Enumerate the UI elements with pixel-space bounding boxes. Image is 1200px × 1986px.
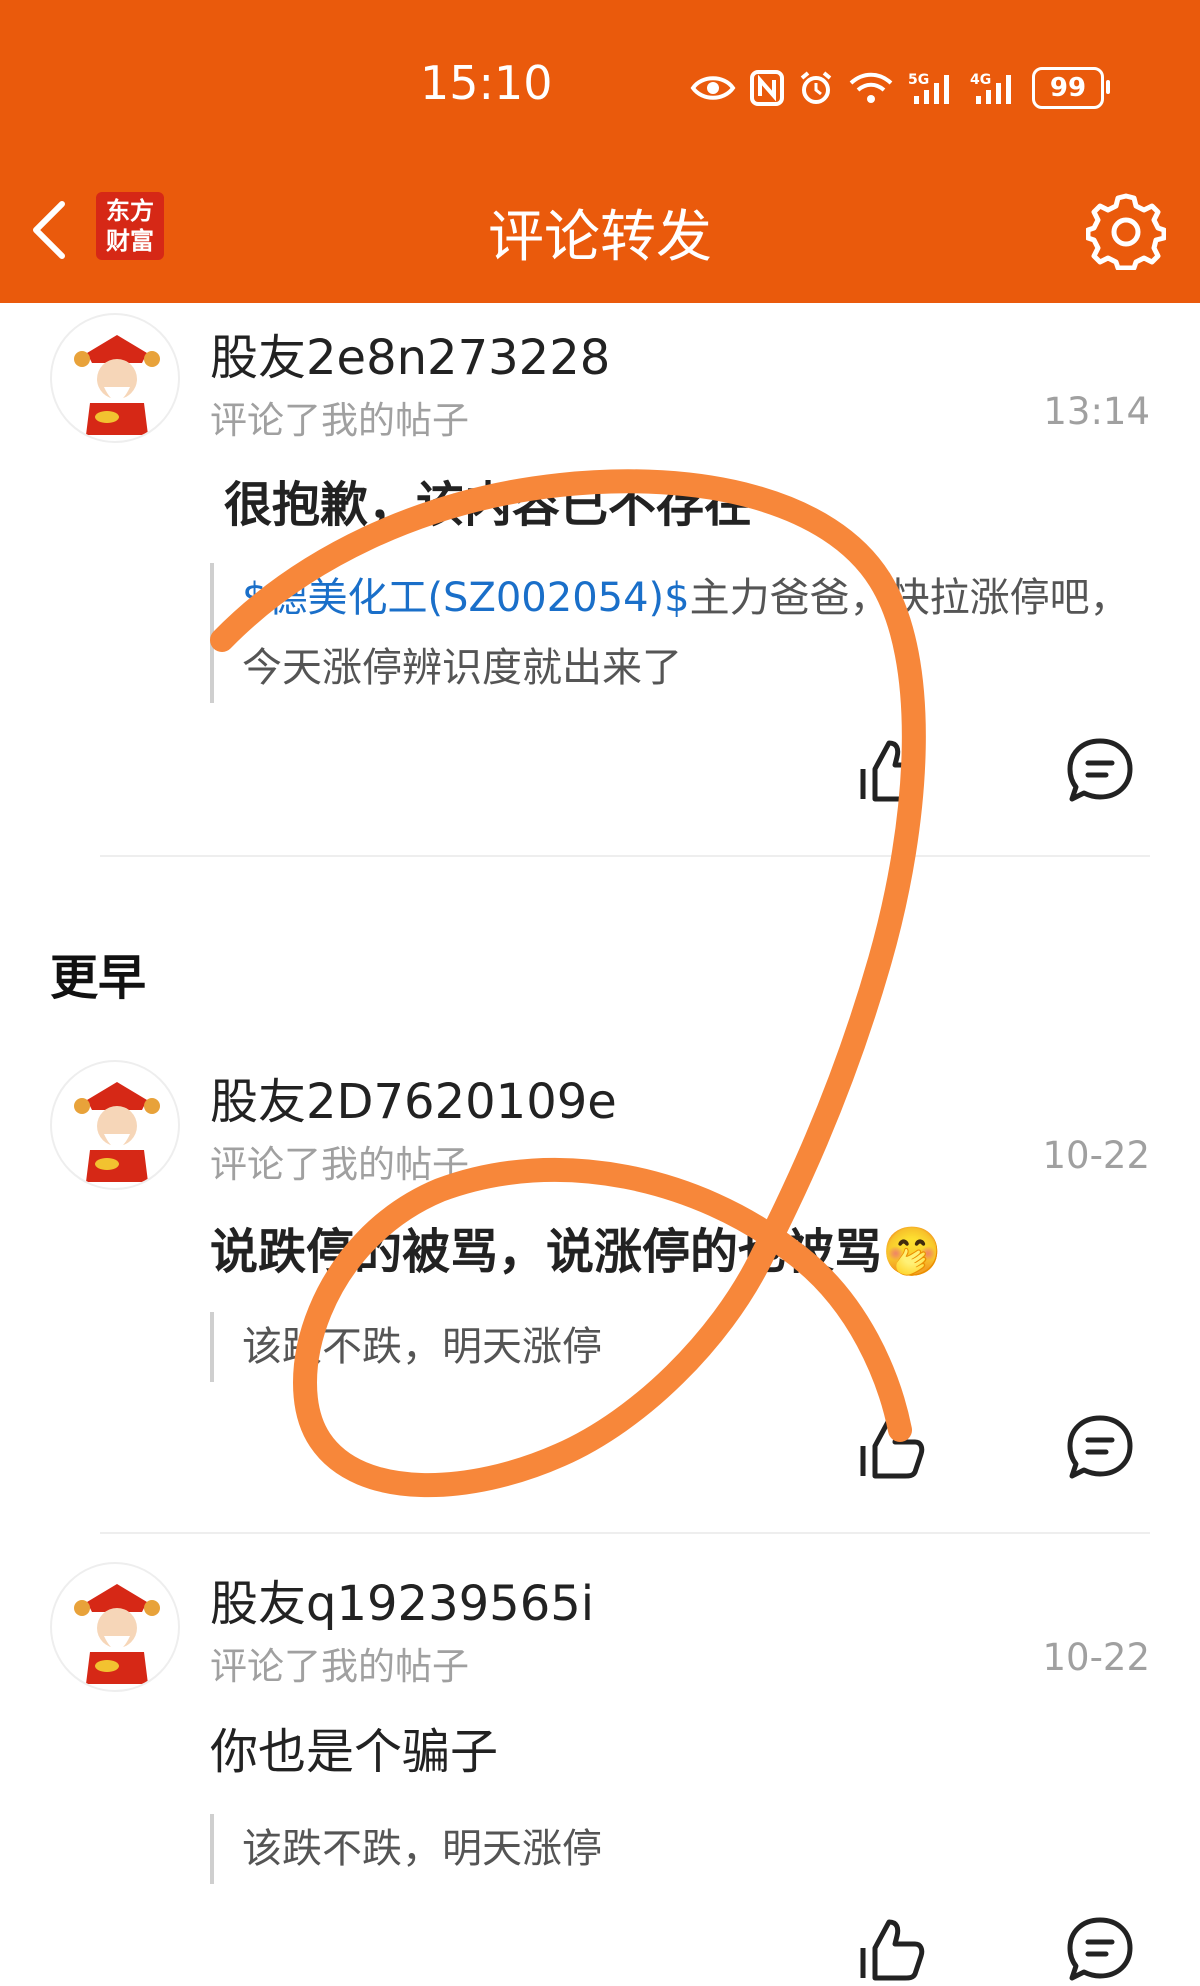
god-of-wealth-avatar — [57, 1569, 177, 1689]
thumbs-up-icon[interactable] — [855, 1914, 927, 1986]
section-title-earlier: 更早 — [50, 950, 147, 1006]
notification-item[interactable]: 股友q19239565i 评论了我的帖子 10-22 你也是个骗子 该跌不跌，明… — [0, 1548, 1200, 1981]
comment-icon[interactable] — [1064, 1412, 1136, 1484]
stock-link[interactable]: $德美化工(SZ002054)$ — [242, 575, 690, 621]
svg-text:5G: 5G — [908, 72, 929, 88]
timestamp: 10-22 — [1042, 1134, 1150, 1177]
quote-text: 该跌不跌，明天涨停 — [242, 1324, 602, 1370]
notification-item[interactable]: 股友2e8n273228 评论了我的帖子 13:14 很抱歉，该内容已不存在 $… — [0, 305, 1200, 855]
5g-signal-icon: 5G — [908, 72, 949, 104]
status-time: 15:10 — [420, 56, 553, 110]
status-bar: 15:10 5G 4G 99 — [0, 0, 1200, 180]
divider — [100, 855, 1150, 857]
action-text: 评论了我的帖子 — [210, 399, 469, 442]
action-text: 评论了我的帖子 — [210, 1645, 469, 1688]
eye-icon — [690, 76, 736, 100]
username[interactable]: 股友2D7620109e — [210, 1062, 617, 1132]
comment-content: 说跌停的被骂，说涨停的也被骂🤭 — [210, 1212, 942, 1282]
4g-signal-icon: 4G — [970, 72, 1011, 104]
wifi-icon — [849, 72, 893, 103]
god-of-wealth-avatar — [57, 320, 177, 440]
timestamp: 13:14 — [1043, 390, 1150, 433]
quoted-post[interactable]: 该跌不跌，明天涨停 — [210, 1814, 1140, 1884]
emoji: 🤭 — [882, 1224, 942, 1280]
quote-text: 该跌不跌，明天涨停 — [242, 1826, 602, 1872]
thumbs-up-icon[interactable] — [855, 1412, 927, 1484]
comment-icon[interactable] — [1064, 735, 1136, 807]
comment-icon[interactable] — [1064, 1914, 1136, 1986]
divider — [100, 1532, 1150, 1534]
battery-indicator: 99 — [1032, 67, 1110, 109]
notification-item[interactable]: 股友2D7620109e 评论了我的帖子 10-22 说跌停的被骂，说涨停的也被… — [0, 1050, 1200, 1530]
action-text: 评论了我的帖子 — [210, 1143, 469, 1186]
nfc-icon — [750, 70, 784, 106]
svg-text:4G: 4G — [970, 72, 991, 88]
god-of-wealth-avatar — [57, 1067, 177, 1187]
avatar[interactable] — [50, 313, 180, 443]
username[interactable]: 股友q19239565i — [210, 1564, 594, 1634]
comment-content: 很抱歉，该内容已不存在 — [224, 477, 753, 533]
alarm-icon — [800, 71, 832, 104]
comment-content: 你也是个骗子 — [210, 1724, 499, 1780]
quoted-post[interactable]: $德美化工(SZ002054)$主力爸爸，快拉涨停吧，今天涨停辨识度就出来了 — [210, 563, 1140, 703]
avatar[interactable] — [50, 1060, 180, 1190]
thumbs-up-icon[interactable] — [855, 735, 927, 807]
page-title: 评论转发 — [488, 205, 712, 270]
quoted-post[interactable]: 该跌不跌，明天涨停 — [210, 1312, 1140, 1382]
username[interactable]: 股友2e8n273228 — [210, 318, 610, 388]
status-icons: 5G 4G 99 — [690, 64, 1110, 112]
comment-text: 说跌停的被骂，说涨停的也被骂 — [210, 1224, 883, 1280]
timestamp: 10-22 — [1042, 1636, 1150, 1679]
avatar[interactable] — [50, 1562, 180, 1692]
gear-icon[interactable] — [1086, 190, 1166, 270]
